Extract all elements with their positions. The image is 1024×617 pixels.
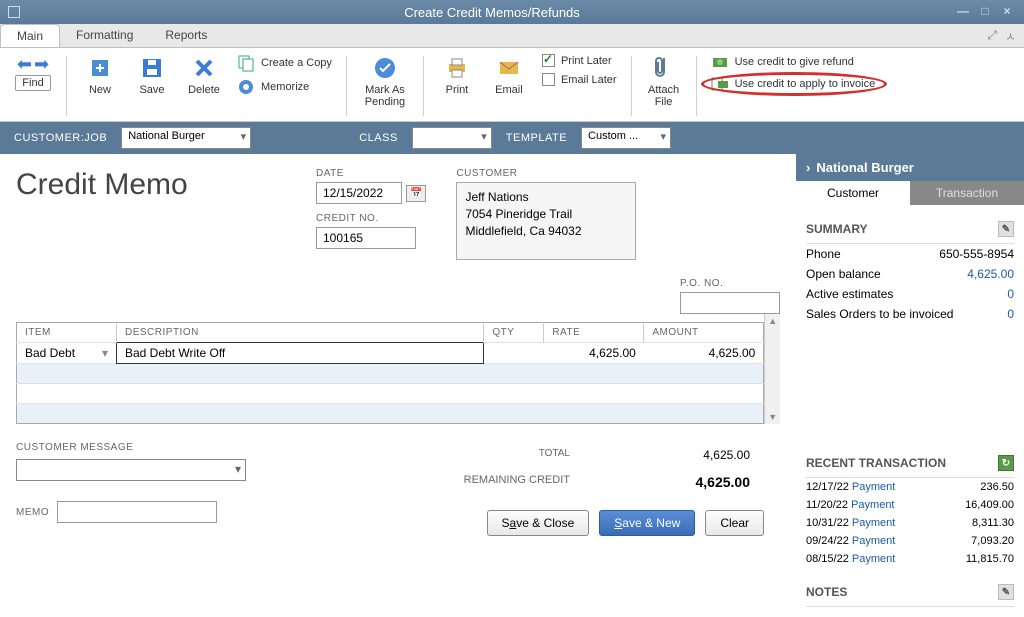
- class-label: CLASS: [359, 132, 398, 144]
- ribbon-tabs: Main Formatting Reports ⤢ ㅅ: [0, 24, 1024, 48]
- remaining-credit-label: REMAINING CREDIT: [464, 474, 570, 490]
- attach-file-button[interactable]: Attach File: [642, 52, 686, 110]
- titlebar: Create Credit Memos/Refunds — □ ×: [0, 0, 1024, 24]
- customer-message-dropdown[interactable]: [16, 459, 246, 481]
- side-panel: › National Burger Customer Transaction S…: [796, 154, 1024, 617]
- window-title: Create Credit Memos/Refunds: [30, 5, 954, 20]
- transaction-row[interactable]: 11/20/22 Payment16,409.00: [806, 496, 1014, 514]
- col-qty[interactable]: QTY: [484, 323, 544, 343]
- total-label: TOTAL: [539, 448, 570, 462]
- table-row[interactable]: [17, 404, 764, 424]
- minimize-button[interactable]: —: [954, 4, 972, 20]
- refresh-transactions-icon[interactable]: ↻: [998, 455, 1014, 471]
- phone-value: 650-555-8954: [939, 247, 1014, 261]
- template-label: TEMPLATE: [506, 132, 567, 144]
- delete-button[interactable]: Delete: [181, 52, 227, 96]
- total-value: 4,625.00: [650, 448, 750, 462]
- tab-formatting[interactable]: Formatting: [60, 24, 149, 47]
- table-row[interactable]: Bad Debt▾ Bad Debt Write Off 4,625.00 4,…: [17, 343, 764, 364]
- line-items-table: ITEM DESCRIPTION QTY RATE AMOUNT Bad Deb…: [16, 322, 764, 424]
- credit-no-label: CREDIT NO.: [316, 213, 426, 224]
- col-amount[interactable]: AMOUNT: [644, 323, 764, 343]
- checkbox-icon: [542, 73, 555, 86]
- email-later-checkbox[interactable]: Email Later: [538, 71, 621, 88]
- table-row[interactable]: [17, 384, 764, 404]
- form-header-bar: CUSTOMER:JOB National Burger CLASS TEMPL…: [0, 122, 1024, 154]
- customer-address-box[interactable]: Jeff Nations 7054 Pineridge Trail Middle…: [456, 182, 636, 260]
- main-form-area: Credit Memo DATE 📅 CREDIT NO. CUSTOMER J…: [0, 154, 796, 617]
- clear-button[interactable]: Clear: [705, 510, 764, 536]
- page-title: Credit Memo: [16, 168, 286, 202]
- chevron-right-icon: ›: [806, 160, 810, 175]
- customer-job-dropdown[interactable]: National Burger: [121, 127, 251, 149]
- maximize-button[interactable]: □: [976, 4, 994, 20]
- customer-message-label: CUSTOMER MESSAGE: [16, 442, 246, 453]
- date-label: DATE: [316, 168, 426, 179]
- col-description[interactable]: DESCRIPTION: [117, 323, 484, 343]
- copy-icon: [237, 54, 255, 72]
- email-button[interactable]: Email: [486, 52, 532, 96]
- mark-pending-button[interactable]: Mark As Pending: [357, 52, 413, 110]
- credit-apply-invoice-button[interactable]: Use credit to apply to invoice: [707, 74, 880, 94]
- save-new-button[interactable]: Save & New: [599, 510, 695, 536]
- chevron-down-icon[interactable]: ▾: [102, 346, 108, 360]
- tab-reports[interactable]: Reports: [149, 24, 223, 47]
- sales-orders-value[interactable]: 0: [1007, 307, 1014, 321]
- po-no-label: P.O. NO.: [680, 278, 723, 289]
- credit-give-refund-button[interactable]: Use credit to give refund: [707, 52, 880, 72]
- recent-transactions-heading: RECENT TRANSACTION: [806, 456, 946, 470]
- calendar-icon[interactable]: 📅: [406, 185, 426, 202]
- summary-heading: SUMMARY: [806, 222, 868, 236]
- transaction-row[interactable]: 12/17/22 Payment236.50: [806, 478, 1014, 496]
- col-rate[interactable]: RATE: [544, 323, 644, 343]
- table-row[interactable]: [17, 364, 764, 384]
- app-icon: [8, 6, 20, 18]
- customer-address-label: CUSTOMER: [456, 168, 636, 179]
- po-no-field[interactable]: [680, 292, 780, 314]
- table-scrollbar[interactable]: ▲▼: [764, 314, 780, 424]
- side-panel-header[interactable]: › National Burger: [796, 154, 1024, 181]
- memorize-icon: [237, 78, 255, 96]
- credit-no-field[interactable]: [316, 227, 416, 249]
- save-close-button[interactable]: Save & Close: [487, 510, 590, 536]
- print-button[interactable]: Print: [434, 52, 480, 96]
- transaction-row[interactable]: 09/24/22 Payment7,093.20: [806, 532, 1014, 550]
- notes-heading: NOTES: [806, 585, 847, 599]
- create-copy-button[interactable]: Create a Copy: [233, 52, 336, 74]
- template-dropdown[interactable]: Custom ...: [581, 127, 671, 149]
- active-estimates-value[interactable]: 0: [1007, 287, 1014, 301]
- edit-summary-icon[interactable]: ✎: [998, 221, 1014, 237]
- transaction-row[interactable]: 08/15/22 Payment11,815.70: [806, 550, 1014, 568]
- col-item[interactable]: ITEM: [17, 323, 117, 343]
- memo-label: MEMO: [16, 507, 49, 518]
- close-button[interactable]: ×: [998, 4, 1016, 20]
- find-button[interactable]: ⬅➡ Find: [10, 52, 56, 91]
- print-later-checkbox[interactable]: Print Later: [538, 52, 621, 69]
- tab-main[interactable]: Main: [0, 24, 60, 47]
- class-dropdown[interactable]: [412, 127, 492, 149]
- open-balance-value[interactable]: 4,625.00: [967, 267, 1014, 281]
- side-tab-customer[interactable]: Customer: [796, 181, 910, 205]
- new-button[interactable]: New: [77, 52, 123, 96]
- refund-icon: [711, 54, 729, 70]
- remaining-credit-value: 4,625.00: [650, 474, 750, 490]
- apply-invoice-icon: [711, 76, 729, 92]
- memorize-button[interactable]: Memorize: [233, 76, 336, 98]
- expand-icon[interactable]: ⤢: [987, 28, 997, 45]
- memo-field[interactable]: [57, 501, 217, 523]
- save-button[interactable]: Save: [129, 52, 175, 96]
- collapse-ribbon-icon[interactable]: ㅅ: [1005, 28, 1016, 45]
- transaction-row[interactable]: 10/31/22 Payment8,311.30: [806, 514, 1014, 532]
- ribbon: ⬅➡ Find New Save Delete Create a Copy Me…: [0, 48, 1024, 122]
- customer-job-label: CUSTOMER:JOB: [14, 132, 107, 144]
- checkbox-icon: [542, 54, 555, 67]
- date-field[interactable]: [316, 182, 402, 204]
- edit-notes-icon[interactable]: ✎: [998, 584, 1014, 600]
- side-tab-transaction[interactable]: Transaction: [910, 181, 1024, 205]
